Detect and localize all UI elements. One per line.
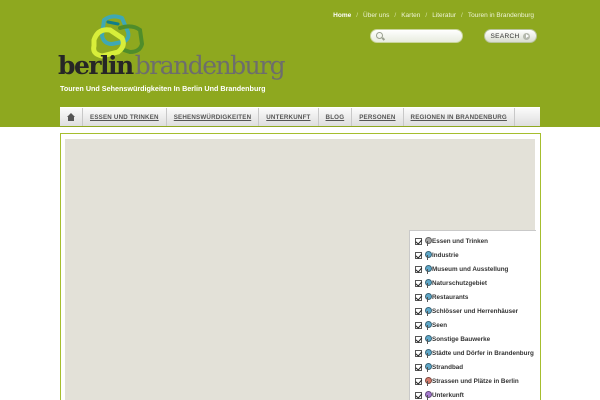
legend-label: Seen (432, 321, 448, 329)
main-nav-sehenswuerdigkeiten[interactable]: SEHENSWÜRDIGKEITEN (167, 108, 260, 126)
map-legend: Essen und Trinken Industrie Museum und A… (409, 230, 536, 400)
search-button-label: SEARCH (490, 32, 520, 40)
nav-separator: / (394, 12, 397, 19)
legend-item-unterkunft[interactable]: Unterkunft (410, 388, 536, 400)
legend-item-naturschutzgebiet[interactable]: Naturschutzgebiet (410, 276, 536, 290)
legend-checkbox[interactable] (415, 251, 422, 259)
search-box (370, 29, 463, 43)
logo-word-brandenburg: brandenburg (134, 51, 286, 80)
nav-separator: / (356, 12, 359, 19)
legend-checkbox[interactable] (415, 363, 422, 371)
legend-item-strassen-und-plaetze[interactable]: Strassen und Plätze in Berlin (410, 374, 536, 388)
legend-label: Städte und Dörfer in Brandenburg (432, 349, 534, 357)
search-button[interactable]: SEARCH (484, 29, 537, 43)
legend-checkbox[interactable] (415, 237, 422, 245)
map-pin-icon (425, 236, 432, 246)
legend-checkbox[interactable] (415, 293, 422, 301)
home-icon (66, 113, 76, 121)
nav-separator: / (425, 12, 428, 19)
top-nav-karten[interactable]: Karten (401, 12, 420, 19)
map-pin-icon (425, 362, 432, 372)
main-nav-blog[interactable]: BLOG (319, 108, 353, 126)
top-nav-home[interactable]: Home (333, 12, 351, 19)
legend-label: Essen und Trinken (432, 237, 488, 245)
site-tagline: Touren Und Sehenswürdigkeiten In Berlin … (60, 84, 266, 93)
legend-label: Naturschutzgebiet (432, 279, 487, 287)
top-nav-literatur[interactable]: Literatur (432, 12, 456, 19)
legend-item-sonstige-bauwerke[interactable]: Sonstige Bauwerke (410, 332, 536, 346)
legend-checkbox[interactable] (415, 391, 422, 399)
legend-item-museum[interactable]: Museum und Ausstellung (410, 262, 536, 276)
main-nav: ESSEN UND TRINKEN SEHENSWÜRDIGKEITEN UNT… (60, 107, 540, 126)
legend-label: Sonstige Bauwerke (432, 335, 491, 343)
nav-separator: / (461, 12, 463, 19)
search-icon (376, 32, 383, 39)
legend-label: Museum und Ausstellung (432, 265, 509, 273)
legend-label: Unterkunft (432, 391, 464, 399)
top-nav: Home / Über uns / Karten / Literatur / T… (333, 12, 534, 19)
main-nav-home[interactable] (60, 108, 83, 126)
legend-label: Schlösser und Herrenhäuser (432, 307, 519, 315)
legend-label: Strandbad (432, 363, 464, 371)
main-nav-essen-und-trinken[interactable]: ESSEN UND TRINKEN (83, 108, 167, 126)
legend-checkbox[interactable] (415, 377, 422, 385)
arrow-right-icon (523, 32, 531, 40)
logo-text: berlinbrandenburg (58, 51, 286, 80)
legend-item-schloesser[interactable]: Schlösser und Herrenhäuser (410, 304, 536, 318)
legend-checkbox[interactable] (415, 265, 422, 273)
main-nav-personen[interactable]: PERSONEN (352, 108, 404, 126)
legend-checkbox[interactable] (415, 349, 422, 357)
legend-item-restaurants[interactable]: Restaurants (410, 290, 536, 304)
map-pin-icon (425, 306, 432, 316)
map-pin-icon (425, 292, 432, 302)
map-pin-icon (425, 250, 432, 260)
legend-label: Restaurants (432, 293, 469, 301)
legend-checkbox[interactable] (415, 279, 422, 287)
legend-checkbox[interactable] (415, 307, 422, 315)
legend-item-staedte-und-doerfer[interactable]: Städte und Dörfer in Brandenburg (410, 346, 536, 360)
legend-checkbox[interactable] (415, 335, 422, 343)
site-logo[interactable]: berlinbrandenburg (58, 14, 286, 84)
legend-label: Industrie (432, 251, 459, 259)
map-pin-icon (425, 334, 432, 344)
legend-item-strandbad[interactable]: Strandbad (410, 360, 536, 374)
legend-item-industrie[interactable]: Industrie (410, 248, 536, 262)
top-nav-ueber-uns[interactable]: Über uns (363, 12, 389, 19)
search-input[interactable] (386, 31, 460, 41)
logo-word-berlin: berlin (58, 51, 134, 80)
map-pin-icon (425, 320, 432, 330)
map-pin-icon (425, 264, 432, 274)
main-nav-unterkunft[interactable]: UNTERKUNFT (259, 108, 319, 126)
map-pin-icon (425, 390, 432, 400)
top-nav-touren[interactable]: Touren in Brandenburg (468, 12, 534, 19)
map-pin-icon (425, 278, 432, 288)
legend-label: Strassen und Plätze in Berlin (432, 377, 519, 385)
map-pin-icon (425, 348, 432, 358)
legend-item-seen[interactable]: Seen (410, 318, 536, 332)
main-nav-regionen[interactable]: REGIONEN IN BRANDENBURG (404, 108, 515, 126)
legend-checkbox[interactable] (415, 321, 422, 329)
legend-item-essen-und-trinken[interactable]: Essen und Trinken (410, 234, 536, 248)
map-pin-icon (425, 376, 432, 386)
